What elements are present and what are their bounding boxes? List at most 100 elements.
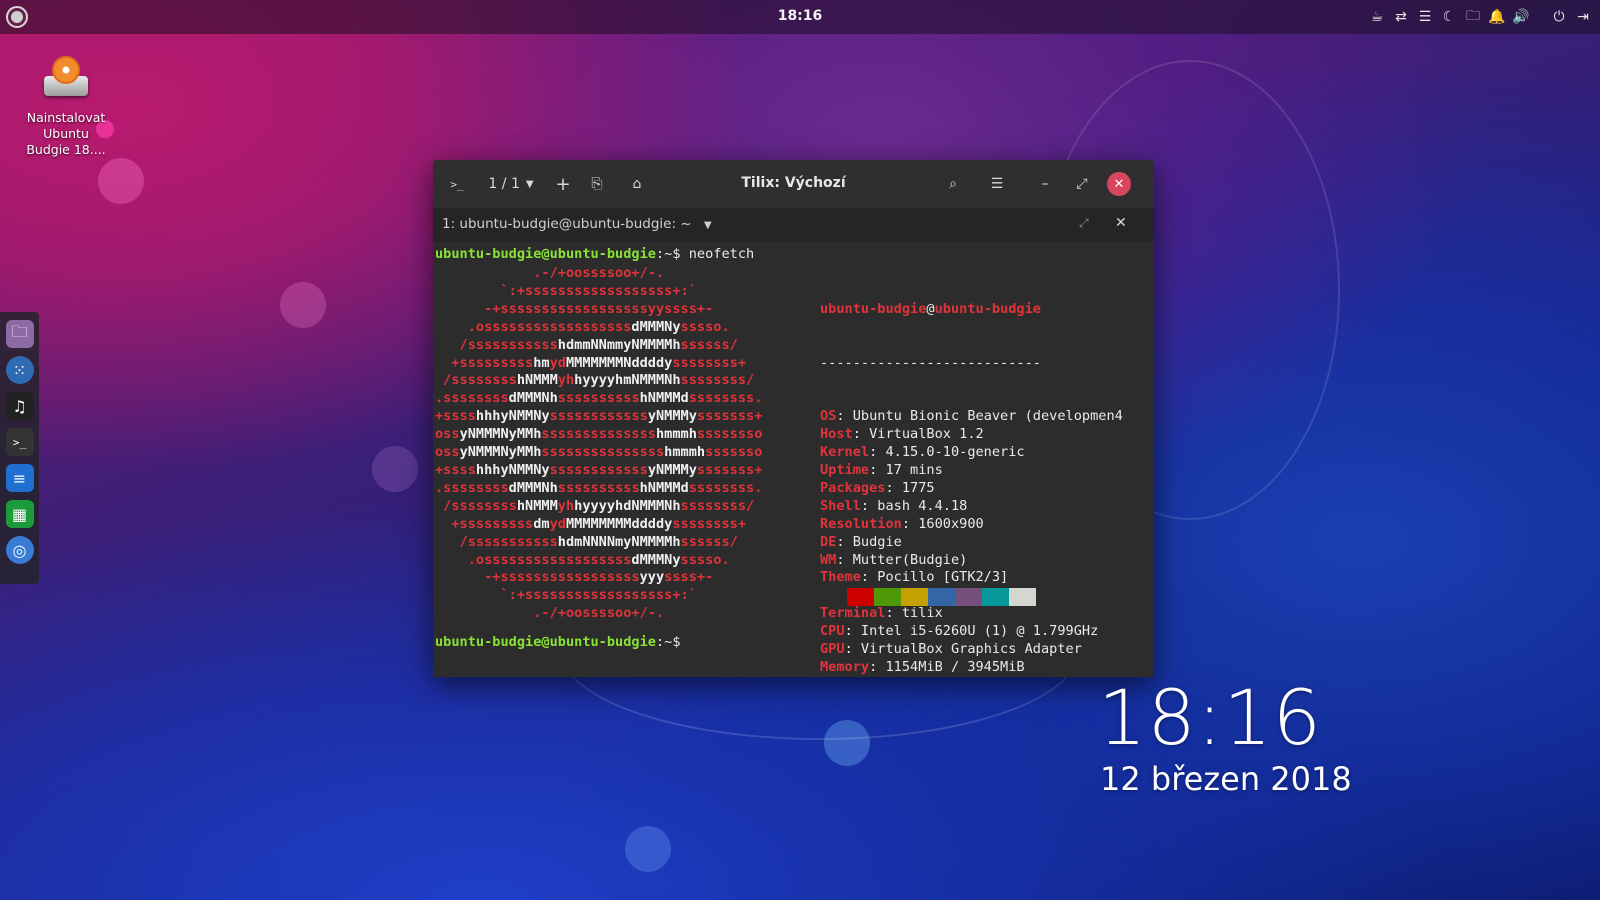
maximize-button[interactable]: ⤢ (1070, 172, 1094, 196)
terminal-close-button[interactable]: ✕ (1115, 215, 1127, 231)
prompt-suffix: :~$ (655, 634, 681, 650)
info-value: : 1775 (885, 479, 935, 496)
session-switcher[interactable]: 1 / 1 ▼ (483, 172, 539, 196)
minimize-button[interactable]: – (1033, 172, 1057, 196)
final-prompt-line: ubuntu-budgie@ubuntu-budgie:~$ (435, 634, 681, 652)
power-icon[interactable]: ⏻ (1550, 7, 1568, 27)
terminal-maximize-button[interactable]: ⤢ (1079, 216, 1089, 231)
ascii-line: .ssssssssdMMMNhsssssssssshNMMMdssssssss. (435, 390, 763, 407)
info-row: Resolution: 1600x900 (820, 516, 1154, 534)
info-row: Uptime: 17 mins (820, 462, 1154, 480)
logout-icon[interactable]: ⇥ (1574, 7, 1592, 27)
info-value: : Intel i5-6260U (1) @ 1.799GHz (844, 623, 1099, 640)
prompt-user: ubuntu-budgie@ubuntu-budgie (435, 634, 656, 650)
search-button[interactable]: ⌕ (941, 172, 965, 196)
ascii-line: /ssssssssssshdmNNNNmyNMMMMhssssss/ (435, 533, 738, 550)
chromium-icon: ◎ (12, 540, 27, 560)
dock-item-files[interactable]: 🗀 (5, 320, 34, 348)
terminal-tab-title[interactable]: 1: ubuntu-budgie@ubuntu-budgie: ~ ▼ (442, 216, 712, 232)
dock-item-browser[interactable]: ◎ (5, 536, 34, 564)
terminal-output[interactable]: ubuntu-budgie@ubuntu-budgie:~$ neofetch … (433, 242, 1154, 677)
dock-item-terminal[interactable]: >_ (5, 428, 34, 456)
desktop-icon-installer[interactable]: Nainstalovat Ubuntu Budgie 18.... (18, 48, 114, 158)
dock-item-calc[interactable]: ▦ (5, 500, 34, 528)
music-note-icon: ♫ (12, 396, 27, 416)
info-row: Host: VirtualBox 1.2 (820, 426, 1154, 444)
night-mode-icon[interactable]: ☾ (1440, 7, 1458, 27)
bokeh-decoration (372, 446, 418, 492)
neofetch-info: ubuntu-budgie@ubuntu-budgie ------------… (820, 265, 1154, 677)
list-icon[interactable]: ☰ (1416, 7, 1434, 27)
close-icon: ✕ (1113, 176, 1125, 192)
close-window-button[interactable]: ✕ (1107, 172, 1131, 196)
ascii-line: `:+ssssssssssssssssss+:` (435, 282, 697, 299)
ascii-line: +sssssssssdmydMMMMMMMMddddyssssssss+ (435, 515, 747, 532)
chevron-down-icon: ▼ (525, 178, 534, 190)
dock-item-writer[interactable]: ≡ (5, 464, 34, 492)
ascii-line: -+sssssssssssssssssyyyssss+- (435, 569, 714, 586)
dock-item-software[interactable]: ⁙ (5, 356, 34, 384)
add-terminal-button[interactable]: + (551, 172, 575, 196)
palette-swatch (901, 588, 928, 606)
bokeh-decoration (98, 158, 144, 204)
ascii-line: .-/+oossssoo+/-. (435, 265, 665, 281)
bell-icon[interactable]: 🔔 (1488, 7, 1506, 27)
ascii-line: +ssssssssshmydMMMMMMMNddddyssssssss+ (435, 354, 747, 371)
info-key: WM (820, 551, 837, 568)
command-text: neofetch (688, 246, 755, 262)
installer-icon (42, 54, 90, 102)
folder-icon: 🗀 (11, 321, 28, 341)
window-titlebar[interactable]: >_ 1 / 1 ▼ + ⎘ ⌂ Tilix: Výchozí ⌕ ☰ – ⤢ … (433, 160, 1154, 208)
ascii-line: .ssssssssdMMMNhsssssssssshNMMMdssssssss. (435, 479, 763, 496)
info-value: : bash 4.4.18 (860, 497, 968, 514)
ascii-line: /sssssssshNMMMyhhyyyyhmNMMMNhssssssss/ (435, 372, 755, 389)
palette-swatch (847, 588, 874, 606)
ascii-line: .ossssssssssssssssssdMMMNysssso. (435, 551, 730, 568)
menu-button[interactable]: ☰ (985, 172, 1009, 196)
palette-swatch (1009, 588, 1036, 606)
info-row: Theme: Pocillo [GTK2/3] (820, 569, 1154, 587)
sidebar-toggle-button[interactable]: ⌂ (623, 172, 651, 196)
info-key: CPU (820, 623, 845, 640)
info-value: : 1600x900 (901, 515, 984, 532)
plank-dock: 🗀 ⁙ ♫ >_ ≡ ▦ ◎ (0, 312, 39, 584)
info-header-at: @ (926, 300, 935, 317)
network-transfer-icon[interactable]: ⇄ (1392, 7, 1410, 27)
terminal-icon: >_ (12, 435, 27, 449)
info-value: : Mutter(Budgie) (836, 551, 968, 568)
info-key: Packages (820, 479, 886, 496)
info-value: : VirtualBox Graphics Adapter (844, 641, 1082, 658)
palette-swatch (955, 588, 982, 606)
info-key: Terminal (820, 605, 886, 622)
chevron-down-icon[interactable]: ▼ (704, 220, 712, 231)
folder-icon[interactable]: 🗀 (1464, 7, 1482, 27)
info-key: OS (820, 408, 837, 425)
budgie-menu-button[interactable] (6, 6, 28, 28)
color-palette (820, 588, 1036, 606)
terminal-icon[interactable]: >_ (445, 172, 469, 196)
info-key: Kernel (820, 444, 870, 461)
dock-item-music[interactable]: ♫ (5, 392, 34, 420)
ascii-line: `:+ssssssssssssssssss+:` (435, 587, 697, 604)
coffee-icon[interactable]: ☕ (1368, 7, 1386, 27)
top-panel: 18:16 ☕ ⇄ ☰ ☾ 🗀 🔔 🔊 ⏻ ⇥ (0, 0, 1600, 34)
info-row: GPU: VirtualBox Graphics Adapter (820, 641, 1154, 659)
info-row: Terminal: tilix (820, 605, 1154, 623)
search-icon: ⌕ (949, 176, 957, 192)
ascii-line: ossyNMMMNyMMhsssssssssssssshmmmhssssssso (435, 426, 763, 443)
info-key: GPU (820, 641, 845, 658)
info-value: : 17 mins (869, 461, 943, 478)
panel-clock[interactable]: 18:16 (0, 8, 1600, 24)
ascii-line: .-/+oossssoo+/-. (435, 605, 665, 622)
desktop-clock-widget: 18:16 12 březen 2018 (1098, 676, 1352, 799)
palette-swatch (982, 588, 1009, 606)
palette-swatch (874, 588, 901, 606)
split-terminal-button[interactable]: ⎘ (585, 172, 609, 196)
info-value: : Budgie (836, 533, 902, 550)
volume-icon[interactable]: 🔊 (1512, 7, 1530, 27)
neofetch-ascii-logo: .-/+oossssoo+/-. `:+ssssssssssssssssss+:… (435, 265, 762, 623)
clock-widget-date: 12 březen 2018 (1100, 760, 1352, 798)
desktop-icon-label: Nainstalovat Ubuntu Budgie 18.... (26, 110, 106, 157)
info-separator: --------------------------- (820, 354, 1041, 371)
info-key: Host (820, 426, 853, 443)
